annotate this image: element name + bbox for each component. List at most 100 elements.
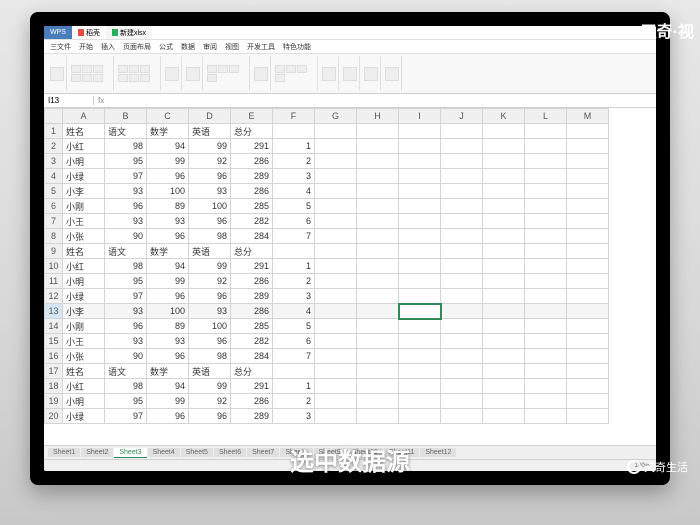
cell[interactable]: 291 — [231, 139, 273, 154]
cell[interactable]: 286 — [231, 274, 273, 289]
cell[interactable] — [525, 199, 567, 214]
cell[interactable]: 小明 — [63, 394, 105, 409]
cell[interactable]: 小李 — [63, 184, 105, 199]
cell[interactable] — [357, 139, 399, 154]
cell[interactable] — [357, 304, 399, 319]
cell[interactable]: 99 — [147, 274, 189, 289]
cell[interactable]: 6 — [273, 334, 315, 349]
cell[interactable]: 100 — [147, 304, 189, 319]
row-header[interactable]: 12 — [45, 289, 63, 304]
cell[interactable] — [357, 154, 399, 169]
cell[interactable] — [483, 124, 525, 139]
tab-home[interactable]: 稻壳 — [72, 26, 106, 39]
cell[interactable]: 96 — [147, 289, 189, 304]
cell[interactable]: 93 — [105, 304, 147, 319]
cell[interactable]: 100 — [147, 184, 189, 199]
cell[interactable] — [483, 319, 525, 334]
cell[interactable] — [315, 289, 357, 304]
cell[interactable]: 92 — [189, 274, 231, 289]
cell[interactable] — [315, 379, 357, 394]
cell[interactable]: 2 — [273, 394, 315, 409]
menu-item[interactable]: 页面布局 — [123, 42, 151, 52]
cell[interactable] — [441, 139, 483, 154]
paste-button[interactable] — [50, 67, 64, 81]
cell[interactable] — [315, 139, 357, 154]
cell[interactable] — [525, 244, 567, 259]
cell[interactable] — [483, 364, 525, 379]
cell[interactable]: 93 — [147, 334, 189, 349]
cell[interactable] — [567, 289, 609, 304]
cell[interactable] — [483, 244, 525, 259]
cell[interactable]: 99 — [189, 259, 231, 274]
cell[interactable]: 97 — [105, 289, 147, 304]
col-header[interactable]: D — [189, 109, 231, 124]
cell[interactable]: 小明 — [63, 274, 105, 289]
cell[interactable] — [399, 199, 441, 214]
cell[interactable] — [567, 154, 609, 169]
cell[interactable] — [525, 394, 567, 409]
cell[interactable]: 99 — [189, 139, 231, 154]
cell[interactable]: 5 — [273, 199, 315, 214]
cell[interactable]: 100 — [189, 319, 231, 334]
cell[interactable] — [441, 199, 483, 214]
cell[interactable] — [357, 364, 399, 379]
cell[interactable]: 285 — [231, 199, 273, 214]
row-header[interactable]: 9 — [45, 244, 63, 259]
cell[interactable] — [525, 229, 567, 244]
cell[interactable]: 286 — [231, 184, 273, 199]
ribbon-btn[interactable] — [71, 65, 81, 73]
spreadsheet-grid[interactable]: ABCDEFGHIJKLM1姓名语文数学英语总分2小红98949929113小明… — [44, 108, 656, 445]
row-header[interactable]: 7 — [45, 214, 63, 229]
cell[interactable]: 92 — [189, 154, 231, 169]
cell[interactable] — [399, 154, 441, 169]
cell[interactable]: 93 — [147, 214, 189, 229]
cell[interactable]: 小张 — [63, 229, 105, 244]
cell[interactable]: 小张 — [63, 349, 105, 364]
cell[interactable] — [483, 259, 525, 274]
row-header[interactable]: 15 — [45, 334, 63, 349]
cell[interactable] — [273, 364, 315, 379]
col-header[interactable]: G — [315, 109, 357, 124]
row-header[interactable]: 2 — [45, 139, 63, 154]
cell[interactable]: 7 — [273, 349, 315, 364]
cell[interactable]: 282 — [231, 214, 273, 229]
ribbon-btn[interactable] — [129, 74, 139, 82]
cell[interactable] — [357, 274, 399, 289]
col-header[interactable]: C — [147, 109, 189, 124]
cell[interactable]: 96 — [105, 199, 147, 214]
cell[interactable]: 100 — [189, 199, 231, 214]
cell[interactable] — [315, 259, 357, 274]
cell[interactable]: 98 — [105, 379, 147, 394]
cell[interactable] — [315, 229, 357, 244]
cell[interactable]: 99 — [189, 379, 231, 394]
format-button[interactable] — [254, 67, 268, 81]
cell[interactable]: 小王 — [63, 334, 105, 349]
cell[interactable]: 总分 — [231, 124, 273, 139]
cell[interactable] — [441, 364, 483, 379]
cell[interactable]: 小红 — [63, 379, 105, 394]
cell[interactable] — [357, 259, 399, 274]
cell[interactable] — [525, 319, 567, 334]
cell[interactable] — [483, 409, 525, 424]
cell[interactable] — [357, 319, 399, 334]
cell[interactable]: 英语 — [189, 244, 231, 259]
cell[interactable] — [483, 139, 525, 154]
cell[interactable] — [525, 304, 567, 319]
cell[interactable]: 93 — [189, 184, 231, 199]
col-header[interactable]: F — [273, 109, 315, 124]
cell[interactable] — [399, 274, 441, 289]
cell[interactable] — [567, 184, 609, 199]
cell[interactable] — [399, 409, 441, 424]
ribbon-btn[interactable] — [207, 74, 217, 82]
cell[interactable]: 小红 — [63, 139, 105, 154]
menu-item[interactable]: 三文件 — [50, 42, 71, 52]
cell[interactable] — [399, 394, 441, 409]
fx-label[interactable]: fx — [94, 96, 108, 105]
cell[interactable] — [525, 169, 567, 184]
cell[interactable] — [441, 409, 483, 424]
cell[interactable] — [525, 334, 567, 349]
cell[interactable]: 93 — [105, 334, 147, 349]
cell[interactable] — [525, 124, 567, 139]
cell[interactable]: 93 — [189, 304, 231, 319]
sum-button[interactable] — [322, 67, 336, 81]
